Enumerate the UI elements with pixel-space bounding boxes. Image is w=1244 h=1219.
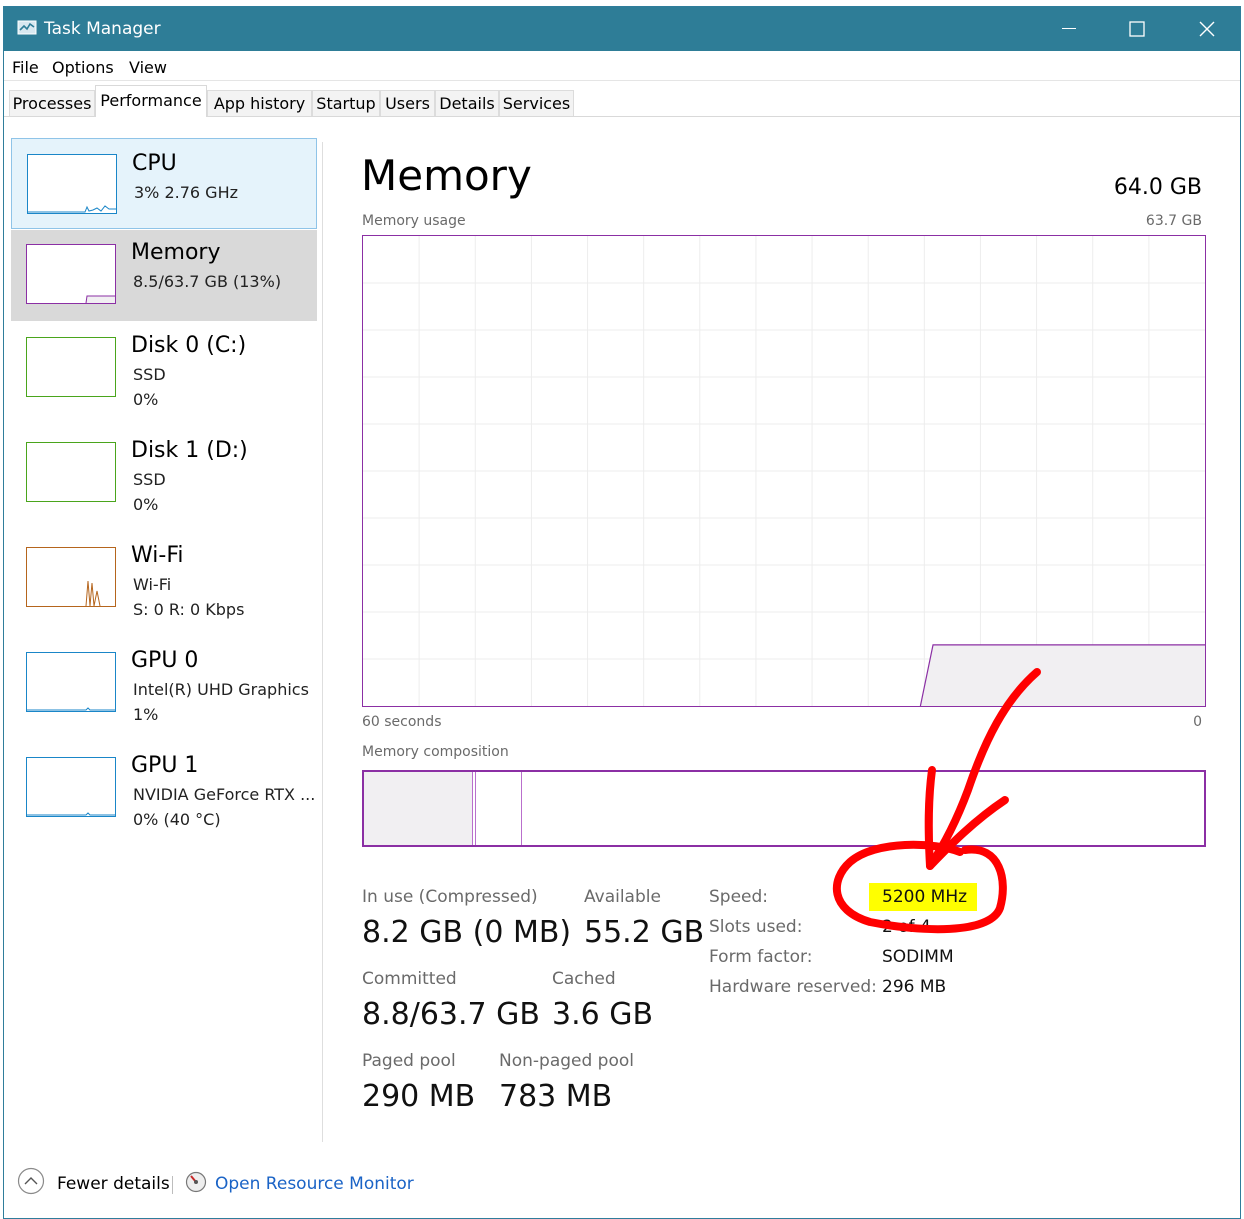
maximize-button[interactable]: [1102, 7, 1172, 51]
minimize-button[interactable]: [1034, 7, 1104, 51]
cpu-thumbnail-graph: [27, 154, 117, 214]
sidebar-gpu1-title: GPU 1: [131, 753, 199, 778]
gpu1-thumbnail-graph: [26, 757, 116, 817]
sidebar-item-cpu[interactable]: CPU 3% 2.76 GHz: [11, 138, 317, 229]
gpu0-thumbnail-graph: [26, 652, 116, 712]
close-button[interactable]: [1172, 7, 1242, 51]
tab-app-history[interactable]: App history: [207, 90, 312, 116]
sidebar-wifi-adapter: Wi-Fi: [133, 575, 172, 594]
memory-thumbnail-graph: [26, 244, 116, 304]
paged-pool-label: Paged pool: [362, 1051, 456, 1071]
sidebar-item-gpu-0[interactable]: GPU 0 Intel(R) UHD Graphics 1%: [11, 638, 317, 729]
menu-file[interactable]: File: [12, 58, 39, 77]
sidebar-divider: [322, 142, 323, 1142]
sidebar-item-disk-0[interactable]: Disk 0 (C:) SSD 0%: [11, 323, 317, 414]
maximize-icon: [1129, 21, 1145, 37]
menu-view[interactable]: View: [129, 58, 167, 77]
memory-usage-max: 63.7 GB: [1145, 213, 1202, 229]
menu-options[interactable]: Options: [52, 58, 114, 77]
tab-bar: Processes Performance App history Startu…: [4, 84, 1240, 117]
available-label: Available: [584, 887, 661, 907]
open-resource-monitor-link[interactable]: Open Resource Monitor: [215, 1174, 414, 1194]
memory-usage-label: Memory usage: [362, 213, 466, 229]
sidebar-gpu1-name: NVIDIA GeForce RTX ...: [133, 785, 316, 804]
hardware-reserved-value: 296 MB: [882, 977, 947, 997]
tab-services[interactable]: Services: [499, 90, 574, 116]
sidebar-gpu0-title: GPU 0: [131, 648, 199, 673]
sidebar-memory-usage: 8.5/63.7 GB (13%): [133, 272, 282, 291]
title-bar[interactable]: Task Manager: [4, 7, 1240, 51]
task-manager-window: Task Manager File Options View Processes…: [3, 6, 1241, 1219]
sidebar-memory-title: Memory: [131, 240, 221, 265]
task-manager-app-icon: [17, 20, 37, 35]
cached-label: Cached: [552, 969, 616, 989]
in-use-label: In use (Compressed): [362, 887, 538, 907]
tab-performance[interactable]: Performance: [95, 85, 207, 117]
sidebar-gpu0-usage: 1%: [133, 705, 159, 724]
resource-monitor-icon: [185, 1171, 207, 1193]
memory-composition-bar: [362, 770, 1206, 847]
wifi-thumbnail-graph: [26, 547, 116, 607]
committed-value: 8.8/63.7 GB: [362, 997, 540, 1032]
sidebar-cpu-title: CPU: [132, 151, 177, 176]
memory-usage-area: [920, 644, 1205, 706]
composition-standby: [476, 772, 522, 845]
close-icon: [1199, 21, 1215, 37]
sidebar-disk0-usage: 0%: [133, 390, 159, 409]
sidebar-item-memory[interactable]: Memory 8.5/63.7 GB (13%): [11, 230, 317, 321]
sidebar-cpu-usage: 3% 2.76 GHz: [134, 183, 239, 202]
sidebar-gpu1-usage: 0% (40 °C): [133, 810, 221, 829]
sidebar-wifi-throughput: S: 0 R: 0 Kbps: [133, 600, 245, 619]
form-factor-value: SODIMM: [882, 947, 954, 967]
window-title: Task Manager: [44, 19, 161, 39]
page-title: Memory: [361, 151, 532, 200]
slots-used-value: 2 of 4: [882, 917, 931, 937]
in-use-value: 8.2 GB (0 MB): [362, 915, 572, 950]
sidebar-disk0-type: SSD: [133, 365, 166, 384]
sidebar-gpu0-name: Intel(R) UHD Graphics: [133, 680, 309, 699]
form-factor-label: Form factor:: [709, 947, 813, 967]
footer-separator: [172, 1176, 173, 1194]
sidebar-disk1-usage: 0%: [133, 495, 159, 514]
menu-bar: File Options View: [4, 53, 1240, 81]
nonpaged-pool-value: 783 MB: [499, 1079, 613, 1114]
footer: Fewer details Open Resource Monitor: [4, 1162, 1240, 1212]
committed-label: Committed: [362, 969, 457, 989]
tab-details[interactable]: Details: [435, 90, 499, 116]
memory-usage-graph: [362, 235, 1206, 707]
available-value: 55.2 GB: [584, 915, 705, 950]
composition-in-use: [364, 772, 474, 845]
minimize-icon: [1062, 28, 1076, 29]
speed-label: Speed:: [709, 887, 769, 907]
hardware-reserved-label: Hardware reserved:: [709, 977, 877, 997]
sidebar-item-disk-1[interactable]: Disk 1 (D:) SSD 0%: [11, 428, 317, 519]
sidebar-disk1-title: Disk 1 (D:): [131, 438, 248, 463]
nonpaged-pool-label: Non-paged pool: [499, 1051, 634, 1071]
cached-value: 3.6 GB: [552, 997, 654, 1032]
speed-value: 5200 MHz: [882, 887, 968, 907]
sidebar-item-gpu-1[interactable]: GPU 1 NVIDIA GeForce RTX ... 0% (40 °C): [11, 743, 317, 834]
slots-used-label: Slots used:: [709, 917, 803, 937]
paged-pool-value: 290 MB: [362, 1079, 476, 1114]
tab-processes[interactable]: Processes: [9, 90, 95, 116]
total-memory: 64.0 GB: [1113, 175, 1202, 200]
sidebar-disk0-title: Disk 0 (C:): [131, 333, 247, 358]
sidebar-wifi-title: Wi-Fi: [131, 543, 184, 568]
memory-composition-label: Memory composition: [362, 744, 509, 760]
disk1-thumbnail-graph: [26, 442, 116, 502]
time-axis-start: 60 seconds: [362, 714, 442, 730]
disk0-thumbnail-graph: [26, 337, 116, 397]
time-axis-end: 0: [1193, 714, 1202, 730]
tab-startup[interactable]: Startup: [312, 90, 380, 116]
tab-users[interactable]: Users: [380, 90, 435, 116]
chevron-up-circle-icon[interactable]: [17, 1167, 45, 1195]
fewer-details-button[interactable]: Fewer details: [57, 1174, 170, 1194]
sidebar-item-wifi[interactable]: Wi-Fi Wi-Fi S: 0 R: 0 Kbps: [11, 533, 317, 624]
sidebar-disk1-type: SSD: [133, 470, 166, 489]
